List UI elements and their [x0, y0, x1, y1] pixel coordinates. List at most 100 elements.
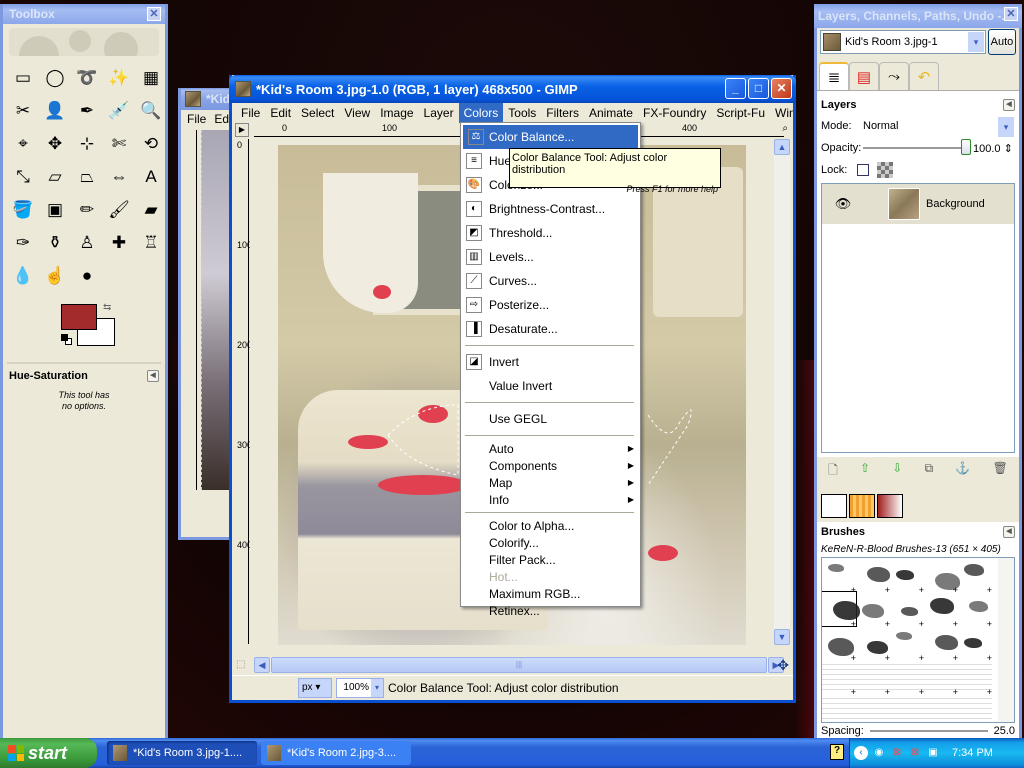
- menu-item-use-gegl[interactable]: Use GEGL: [461, 407, 640, 431]
- brush-preview[interactable]: [958, 592, 992, 629]
- menu-filters[interactable]: Filters: [541, 103, 584, 123]
- smudge-icon[interactable]: ☝: [39, 260, 71, 292]
- tab-gradients[interactable]: [877, 494, 903, 518]
- perspective-icon[interactable]: ⏢: [71, 161, 103, 193]
- menu-item-components[interactable]: Components ▶: [461, 457, 640, 474]
- chevron-down-icon[interactable]: ▾: [371, 678, 383, 697]
- menu-fxfoundry[interactable]: FX-Foundry: [638, 103, 711, 123]
- slider-handle[interactable]: [961, 139, 971, 155]
- brush-preview[interactable]: [958, 694, 992, 722]
- bucket-fill-icon[interactable]: 🪣: [7, 194, 39, 226]
- auto-button[interactable]: Auto: [988, 29, 1016, 55]
- menu-item-levels[interactable]: ▥ Levels...: [461, 245, 640, 269]
- menu-winc[interactable]: Winc: [770, 103, 793, 123]
- brush-preview[interactable]: [822, 694, 856, 722]
- menu-item-color-balance[interactable]: ⚖ Color Balance...: [463, 125, 638, 149]
- raise-layer-icon[interactable]: ⇧: [860, 461, 870, 482]
- brush-preview[interactable]: [856, 694, 890, 722]
- menu-item-curves[interactable]: ⟋ Curves...: [461, 269, 640, 293]
- menu-edit[interactable]: Ed: [214, 112, 229, 126]
- opacity-slider[interactable]: [863, 139, 971, 155]
- vertical-ruler[interactable]: 0 100 200 300 400: [235, 139, 252, 644]
- help-icon[interactable]: ?: [830, 744, 844, 760]
- flip-icon[interactable]: ⇔: [103, 161, 135, 193]
- tab-patterns[interactable]: [849, 494, 875, 518]
- fuzzy-select-icon[interactable]: ✨: [103, 62, 135, 94]
- quick-mask-menu-icon[interactable]: ▶: [235, 123, 249, 137]
- dock-titlebar[interactable]: Layers, Channels, Paths, Undo -... ✕: [814, 4, 1022, 28]
- tab-menu-icon[interactable]: ◀: [1003, 99, 1015, 111]
- brush-preview[interactable]: [924, 558, 960, 595]
- brush-scrollbar[interactable]: [998, 558, 1014, 722]
- duplicate-layer-icon[interactable]: ⧉: [925, 461, 934, 482]
- brush-preview[interactable]: [890, 592, 924, 629]
- crop-icon[interactable]: ✄: [103, 128, 135, 160]
- tab-channels[interactable]: ▤: [849, 62, 879, 90]
- toolbox-titlebar[interactable]: Toolbox ✕: [3, 4, 165, 24]
- zoom-icon[interactable]: 🔍: [135, 95, 167, 127]
- brush-preview[interactable]: [890, 558, 924, 595]
- scale-icon[interactable]: ⤡: [7, 161, 39, 193]
- background-window-titlebar[interactable]: *Kid: [181, 88, 235, 110]
- scroll-left-button[interactable]: ◀: [254, 657, 270, 673]
- menu-item-auto[interactable]: Auto ▶: [461, 440, 640, 457]
- tab-paths[interactable]: ⤳: [879, 62, 909, 90]
- rotate-icon[interactable]: ⟲: [135, 128, 167, 160]
- tab-layers[interactable]: ≣: [819, 62, 849, 90]
- blur-sharpen-icon[interactable]: 💧: [7, 260, 39, 292]
- brush-preview[interactable]: [890, 694, 924, 722]
- zoom-fit-icon[interactable]: ⌕: [782, 123, 788, 134]
- brush-preview[interactable]: [958, 626, 992, 663]
- brush-preview[interactable]: [822, 660, 856, 697]
- menu-item-value-invert[interactable]: Value Invert: [461, 374, 640, 398]
- menu-item-color-to-alpha[interactable]: Color to Alpha...: [461, 517, 640, 534]
- menu-item-threshold[interactable]: ◩ Threshold...: [461, 221, 640, 245]
- menu-item-invert[interactable]: ◪ Invert: [461, 350, 640, 374]
- menu-item-desaturate[interactable]: ▐ Desaturate...: [461, 317, 640, 341]
- brush-preview[interactable]: [890, 626, 924, 663]
- ink-icon[interactable]: ⚱: [39, 227, 71, 259]
- menu-item-filter-pack[interactable]: Filter Pack...: [461, 551, 640, 568]
- foreground-select-icon[interactable]: 👤: [39, 95, 71, 127]
- lock-pixels-checkbox[interactable]: [857, 164, 870, 176]
- perspective-clone-icon[interactable]: ♖: [135, 227, 167, 259]
- steam-icon[interactable]: ◉: [872, 746, 886, 760]
- paintbrush-icon[interactable]: 🖌: [103, 194, 135, 226]
- menu-colors[interactable]: Colors: [458, 103, 504, 123]
- brush-preview[interactable]: [958, 558, 992, 595]
- zoom-selector[interactable]: 100% ▾: [336, 677, 384, 698]
- minimize-button[interactable]: _: [725, 78, 746, 99]
- menu-item-brightness-contrast[interactable]: ◐ Brightness-Contrast...: [461, 197, 640, 221]
- clone-icon[interactable]: ♙: [71, 227, 103, 259]
- scroll-up-button[interactable]: ▲: [774, 139, 790, 155]
- scissors-select-icon[interactable]: ✂: [7, 95, 39, 127]
- brush-preview[interactable]: [856, 558, 890, 595]
- menu-scriptfu[interactable]: Script-Fu: [711, 103, 770, 123]
- free-select-icon[interactable]: ➰: [71, 62, 103, 94]
- tab-undo[interactable]: ↶: [909, 62, 939, 90]
- chevron-down-icon[interactable]: ▾: [998, 117, 1014, 137]
- menu-item-info[interactable]: Info ▶: [461, 491, 640, 508]
- menu-edit[interactable]: Edit: [265, 103, 296, 123]
- brush-preview[interactable]: [958, 660, 992, 697]
- eye-icon[interactable]: 👁: [828, 196, 858, 212]
- start-button[interactable]: start: [0, 738, 97, 768]
- menu-item-posterize[interactable]: ⇨ Posterize...: [461, 293, 640, 317]
- brush-preview[interactable]: [856, 660, 890, 697]
- horizontal-scrollbar[interactable]: ◀ ||| ▶: [254, 657, 784, 673]
- menu-layer[interactable]: Layer: [419, 103, 459, 123]
- measure-icon[interactable]: ⌖: [7, 128, 39, 160]
- vertical-scrollbar[interactable]: ▲ ▼: [774, 139, 790, 645]
- quick-mask-toggle-icon[interactable]: ⬚: [236, 659, 245, 670]
- menu-select[interactable]: Select: [296, 103, 339, 123]
- maximize-button[interactable]: □: [748, 78, 769, 99]
- opacity-spinner[interactable]: 100.0 ⇕: [973, 142, 1015, 155]
- taskbar-item[interactable]: *Kid's Room 3.jpg-1....: [107, 741, 257, 765]
- brush-preview[interactable]: [822, 558, 856, 595]
- new-layer-icon[interactable]: 🗋: [828, 461, 838, 482]
- airbrush-icon[interactable]: ✑: [7, 227, 39, 259]
- menu-file[interactable]: File: [187, 112, 206, 126]
- brush-preview[interactable]: [822, 626, 856, 663]
- mode-selector[interactable]: Normal ▾: [863, 116, 1015, 137]
- layer-row[interactable]: 👁 Background: [822, 184, 1014, 224]
